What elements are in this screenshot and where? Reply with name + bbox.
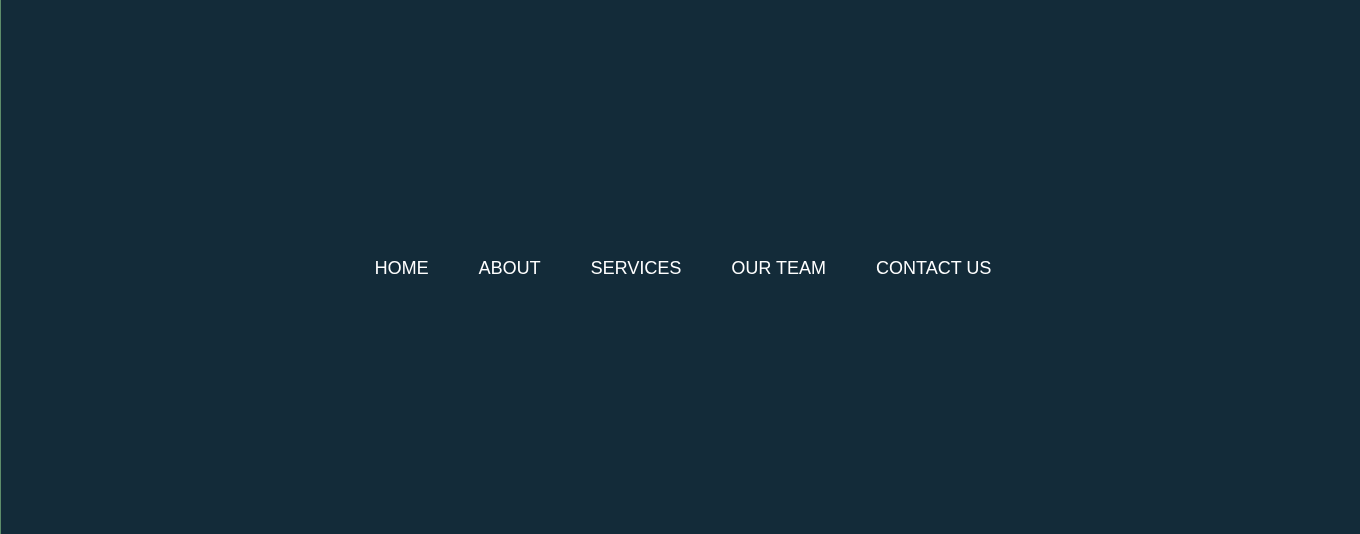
- nav-item-home[interactable]: HOME: [375, 258, 429, 279]
- nav-item-contact-us[interactable]: CONTACT US: [876, 258, 991, 279]
- nav-item-services[interactable]: SERVICES: [591, 258, 682, 279]
- nav-item-our-team[interactable]: OUR TEAM: [731, 258, 826, 279]
- main-navigation: HOME ABOUT SERVICES OUR TEAM CONTACT US: [0, 255, 1360, 281]
- nav-item-about[interactable]: ABOUT: [479, 258, 541, 279]
